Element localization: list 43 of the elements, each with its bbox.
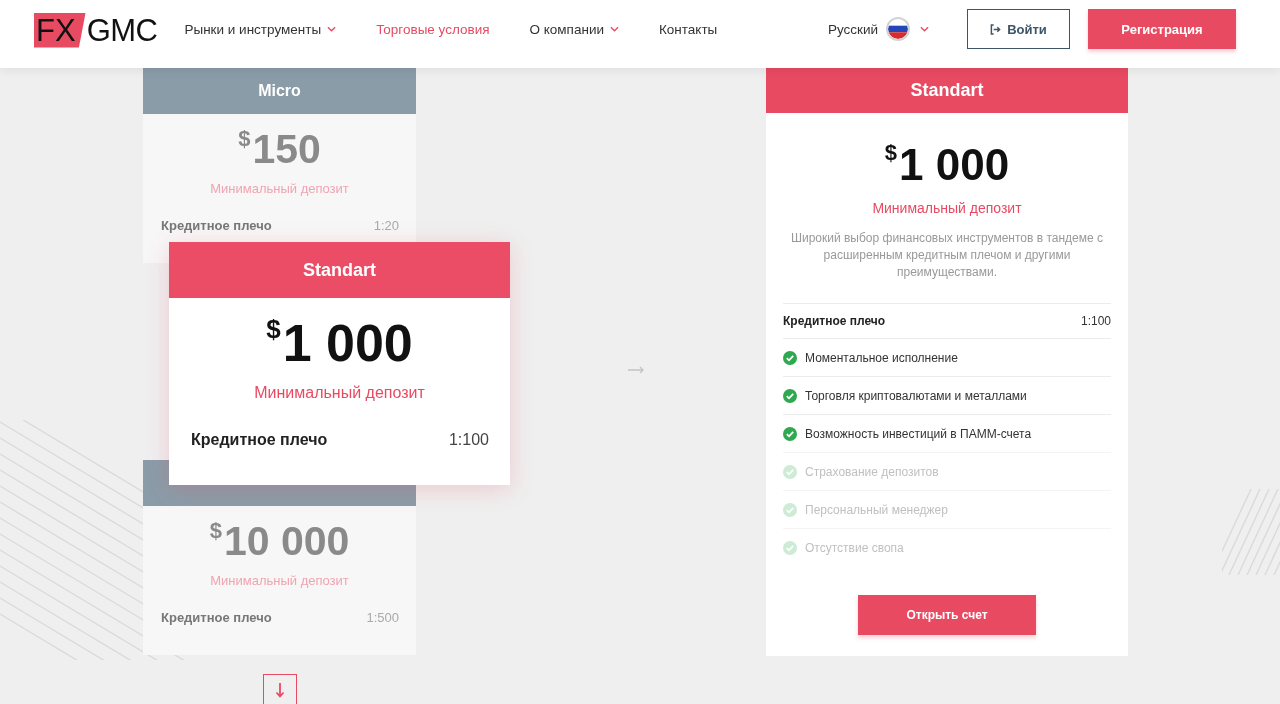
chevron-down-icon	[920, 26, 929, 32]
leverage-label: Кредитное плечо	[783, 314, 886, 329]
register-button[interactable]: Регистрация	[1088, 9, 1236, 49]
card-header: Micro	[143, 68, 416, 114]
feature-label: Возможность инвестиций в ПАММ-счета	[805, 426, 1032, 441]
open-account-button[interactable]: Открыть счет	[858, 595, 1036, 635]
leverage-label: Кредитное плечо	[161, 217, 272, 235]
deposit-label: Минимальный депозит	[209, 572, 350, 590]
nav-link[interactable]: Торговые условия	[376, 21, 490, 37]
arrow-right-icon	[628, 366, 644, 374]
leverage-label: Кредитное плечо	[161, 609, 272, 627]
price-amount: $^{$}$10 000	[208, 518, 351, 564]
leverage-value: 1:500	[366, 609, 399, 627]
login-button[interactable]: Войти	[967, 9, 1070, 49]
account-card[interactable]: Micro $^{$}$150 Минимальный депозит Кредитное плечо 1:20	[143, 68, 416, 263]
deposit-label: Минимальный депозит	[871, 199, 1023, 219]
feature-label: Моментальное исполнение	[805, 350, 958, 365]
account-card[interactable]: Standart $^{$}$1 000 Минимальный депозит Кредитное плечо 1:100	[169, 242, 510, 485]
feature-label: Персональный менеджер	[805, 502, 948, 517]
deposit-label: Минимальный депозит	[209, 180, 350, 198]
site-logo[interactable]: FX GMC	[34, 12, 158, 48]
feature-label: Отсутствие свопа	[805, 540, 904, 555]
card-header: Standart	[169, 242, 510, 298]
scroll-down-button[interactable]	[262, 674, 297, 704]
flag-icon	[886, 17, 910, 41]
account-description: Широкий выбор финансовых инструментов в тандеме с расширенным кредитным плечом и другими преимуществами.	[789, 230, 1105, 282]
price-amount: $^{$}$150	[237, 126, 322, 172]
deposit-label: Минимальный депозит	[253, 383, 426, 403]
nav-link[interactable]: Рынки и инструменты	[184, 21, 337, 37]
language-selector[interactable]: Русский	[827, 17, 929, 41]
feature-label: Страхование депозитов	[805, 464, 939, 479]
leverage-value: 1:100	[448, 430, 489, 450]
feature-label: Торговля криптовалютами и металлами	[805, 388, 1027, 403]
nav-link[interactable]: О компании	[529, 21, 619, 37]
leverage-value: 1:100	[1080, 314, 1111, 329]
card-header: Standart	[766, 68, 1128, 114]
leverage-value: 1:20	[373, 217, 399, 235]
nav-link[interactable]: Контакты	[659, 21, 718, 37]
sign-in-icon	[990, 23, 1002, 35]
price-amount: $^{$}$1 000	[265, 313, 414, 373]
arrow-down-icon	[274, 682, 285, 698]
price-amount: $^{$}$1 000	[883, 139, 1011, 192]
leverage-label: Кредитное плечо	[191, 430, 328, 450]
